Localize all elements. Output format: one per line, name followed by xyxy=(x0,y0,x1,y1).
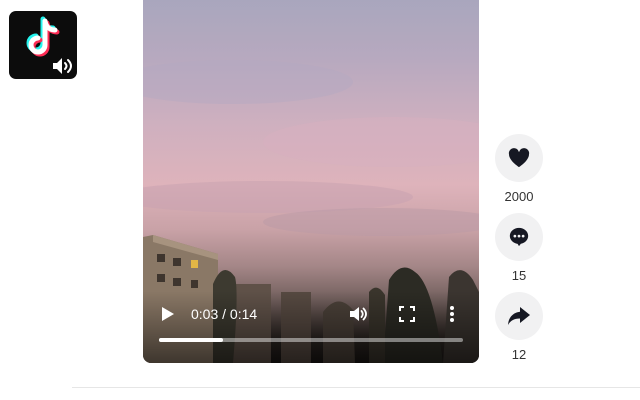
share-arrow-icon xyxy=(508,307,530,325)
divider xyxy=(72,387,640,388)
video-player[interactable]: 0:03 / 0:14 xyxy=(143,0,479,363)
speaker-icon[interactable] xyxy=(51,55,75,77)
like-action: 2000 xyxy=(495,134,543,204)
app-badge[interactable] xyxy=(9,11,77,79)
share-action: 12 xyxy=(495,292,543,362)
play-icon[interactable] xyxy=(161,306,175,322)
share-count: 12 xyxy=(511,347,527,362)
share-button[interactable] xyxy=(495,292,543,340)
more-vertical-icon[interactable] xyxy=(449,305,455,323)
heart-icon xyxy=(508,148,530,168)
progress-bar[interactable] xyxy=(159,338,463,342)
like-button[interactable] xyxy=(495,134,543,182)
comment-button[interactable] xyxy=(495,213,543,261)
comment-count: 15 xyxy=(511,268,527,283)
comment-icon xyxy=(509,227,529,247)
comment-action: 15 xyxy=(495,213,543,283)
progress-fill xyxy=(159,338,223,342)
volume-icon[interactable] xyxy=(348,304,368,324)
time-display: 0:03 / 0:14 xyxy=(191,306,258,322)
fullscreen-icon[interactable] xyxy=(399,306,415,322)
like-count: 2000 xyxy=(504,189,534,204)
tiktok-logo-icon xyxy=(26,16,60,57)
video-controls: 0:03 / 0:14 xyxy=(143,291,479,363)
